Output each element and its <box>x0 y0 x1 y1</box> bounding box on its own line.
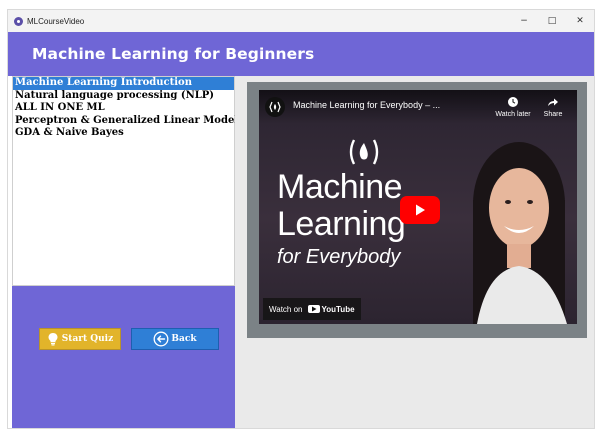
channel-logo-icon[interactable] <box>265 97 285 117</box>
course-item-perceptron-glm[interactable]: Perceptron & Generalized Linear Model <box>13 115 238 128</box>
freecodecamp-logo-icon <box>349 139 379 165</box>
video-player[interactable]: Machine Learning for Everybody – ... Wat… <box>259 90 577 324</box>
watch-later-button[interactable]: Watch later <box>495 96 531 118</box>
close-button[interactable]: ✕ <box>566 10 594 32</box>
youtube-play-icon <box>307 305 320 313</box>
right-panel: Machine Learning for Everybody – ... Wat… <box>235 76 594 428</box>
watch-on-youtube-button[interactable]: Watch on YouTube <box>263 298 361 320</box>
back-button[interactable]: Back <box>131 328 219 350</box>
window-title: MLCourseVideo <box>27 16 85 26</box>
course-item-ml-introduction[interactable]: Machine Learning Introduction <box>13 77 234 90</box>
youtube-logo: YouTube <box>307 304 355 314</box>
course-list[interactable]: Machine Learning Introduction Natural la… <box>12 76 238 286</box>
share-button[interactable]: Share <box>535 96 571 118</box>
app-header: Machine Learning for Beginners <box>8 32 594 76</box>
left-panel: Machine Learning Introduction Natural la… <box>12 76 238 428</box>
minimize-button[interactable]: − <box>510 10 538 32</box>
maximize-button[interactable]: □ <box>538 10 566 32</box>
window-controls: − □ ✕ <box>510 10 594 32</box>
page-title: Machine Learning for Beginners <box>32 45 315 63</box>
thumbnail-text-line3: for Everybody <box>277 246 401 268</box>
back-arrow-icon <box>153 331 169 347</box>
lightbulb-icon <box>47 332 59 346</box>
video-frame: Machine Learning for Everybody – ... Wat… <box>247 82 587 338</box>
course-item-all-in-one-ml[interactable]: ALL IN ONE ML <box>13 102 234 115</box>
share-icon <box>535 96 571 108</box>
title-bar: MLCourseVideo − □ ✕ <box>8 10 594 32</box>
start-quiz-label: Start Quiz <box>61 334 114 344</box>
play-icon <box>416 204 425 216</box>
course-item-gda-naive-bayes[interactable]: GDA & Naive Bayes <box>13 127 234 140</box>
app-icon <box>14 16 23 26</box>
clock-icon <box>495 96 531 108</box>
action-area: Start Quiz Back <box>12 286 235 428</box>
thumbnail-text-line1: Machine <box>277 168 403 206</box>
course-item-nlp[interactable]: Natural language processing (NLP) <box>13 90 234 103</box>
start-quiz-button[interactable]: Start Quiz <box>39 328 121 350</box>
presenter-image <box>473 142 567 324</box>
watch-later-label: Watch later <box>495 111 531 118</box>
app-window: MLCourseVideo − □ ✕ Machine Learning for… <box>7 9 595 429</box>
share-label: Share <box>543 111 563 118</box>
thumbnail-text-line2: Learning <box>277 205 406 243</box>
video-title[interactable]: Machine Learning for Everybody – ... <box>293 100 440 110</box>
video-top-bar: Machine Learning for Everybody – ... Wat… <box>259 90 577 124</box>
watch-on-label: Watch on <box>269 304 303 314</box>
play-button[interactable] <box>400 196 440 224</box>
youtube-label: YouTube <box>321 304 355 314</box>
back-label: Back <box>171 334 197 344</box>
